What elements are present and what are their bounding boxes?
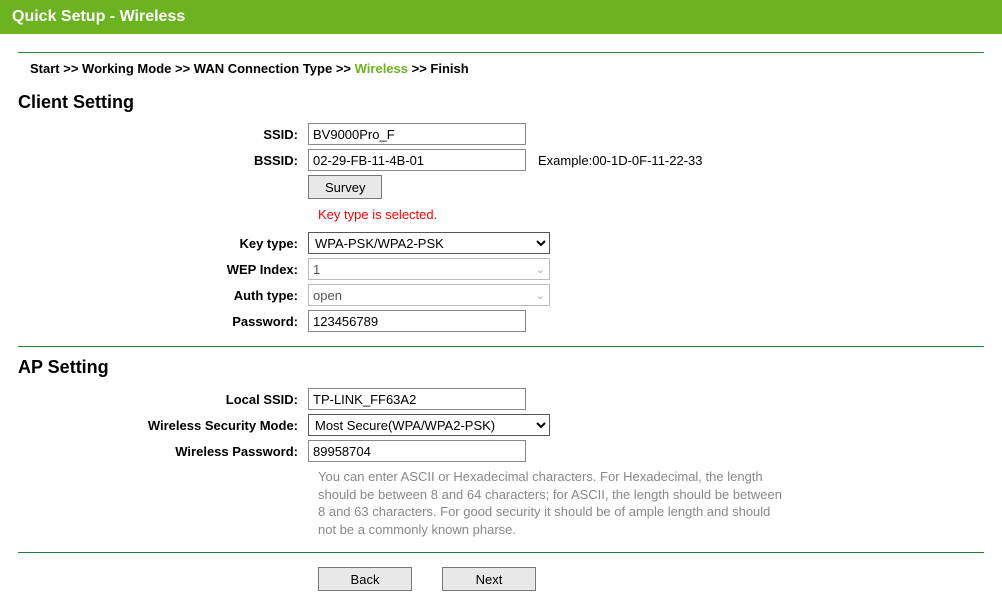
sec-mode-select[interactable]: Most Secure(WPA/WPA2-PSK) <box>308 414 550 436</box>
wireless-password-input[interactable] <box>308 440 526 462</box>
nav-buttons: Back Next <box>318 563 984 605</box>
key-type-select[interactable]: WPA-PSK/WPA2-PSK <box>308 232 550 254</box>
password-help-text: You can enter ASCII or Hexadecimal chara… <box>318 466 788 538</box>
breadcrumb-wireless: Wireless <box>355 61 408 76</box>
bssid-example: Example:00-1D-0F-11-22-33 <box>538 153 703 168</box>
auth-type-label: Auth type: <box>18 288 308 303</box>
page-title: Quick Setup - Wireless <box>12 8 185 25</box>
auth-type-value: open <box>313 288 342 303</box>
key-type-label: Key type: <box>18 236 308 251</box>
local-ssid-input[interactable] <box>308 388 526 410</box>
client-setting-title: Client Setting <box>18 92 984 113</box>
breadcrumb-finish[interactable]: Finish <box>430 61 468 76</box>
wep-index-select: 1 ⌄ <box>308 258 550 280</box>
bssid-label: BSSID: <box>18 153 308 168</box>
breadcrumb-sep: >> <box>63 61 82 76</box>
ssid-label: SSID: <box>18 127 308 142</box>
client-password-input[interactable] <box>308 310 526 332</box>
breadcrumb-sep: >> <box>336 61 355 76</box>
key-type-hint: Key type is selected. <box>318 203 984 228</box>
client-password-label: Password: <box>18 314 308 329</box>
breadcrumb: Start >> Working Mode >> WAN Connection … <box>18 59 984 86</box>
page-header: Quick Setup - Wireless <box>0 0 1002 34</box>
ap-setting-title: AP Setting <box>18 357 984 378</box>
divider-mid <box>18 346 984 347</box>
divider-top <box>18 52 984 53</box>
divider-bottom <box>18 552 984 553</box>
breadcrumb-working-mode[interactable]: Working Mode <box>82 61 171 76</box>
breadcrumb-sep: >> <box>412 61 431 76</box>
breadcrumb-wan-type[interactable]: WAN Connection Type <box>194 61 332 76</box>
local-ssid-label: Local SSID: <box>18 392 308 407</box>
bssid-input[interactable] <box>308 149 526 171</box>
ssid-input[interactable] <box>308 123 526 145</box>
breadcrumb-sep: >> <box>175 61 194 76</box>
wep-index-label: WEP Index: <box>18 262 308 277</box>
wireless-password-label: Wireless Password: <box>18 444 308 459</box>
sec-mode-label: Wireless Security Mode: <box>18 418 308 433</box>
next-button[interactable]: Next <box>442 567 536 591</box>
wep-index-value: 1 <box>313 262 320 277</box>
auth-type-select: open ⌄ <box>308 284 550 306</box>
chevron-down-icon: ⌄ <box>536 263 545 276</box>
breadcrumb-start[interactable]: Start <box>30 61 60 76</box>
chevron-down-icon: ⌄ <box>536 289 545 302</box>
survey-button[interactable]: Survey <box>308 175 382 199</box>
back-button[interactable]: Back <box>318 567 412 591</box>
